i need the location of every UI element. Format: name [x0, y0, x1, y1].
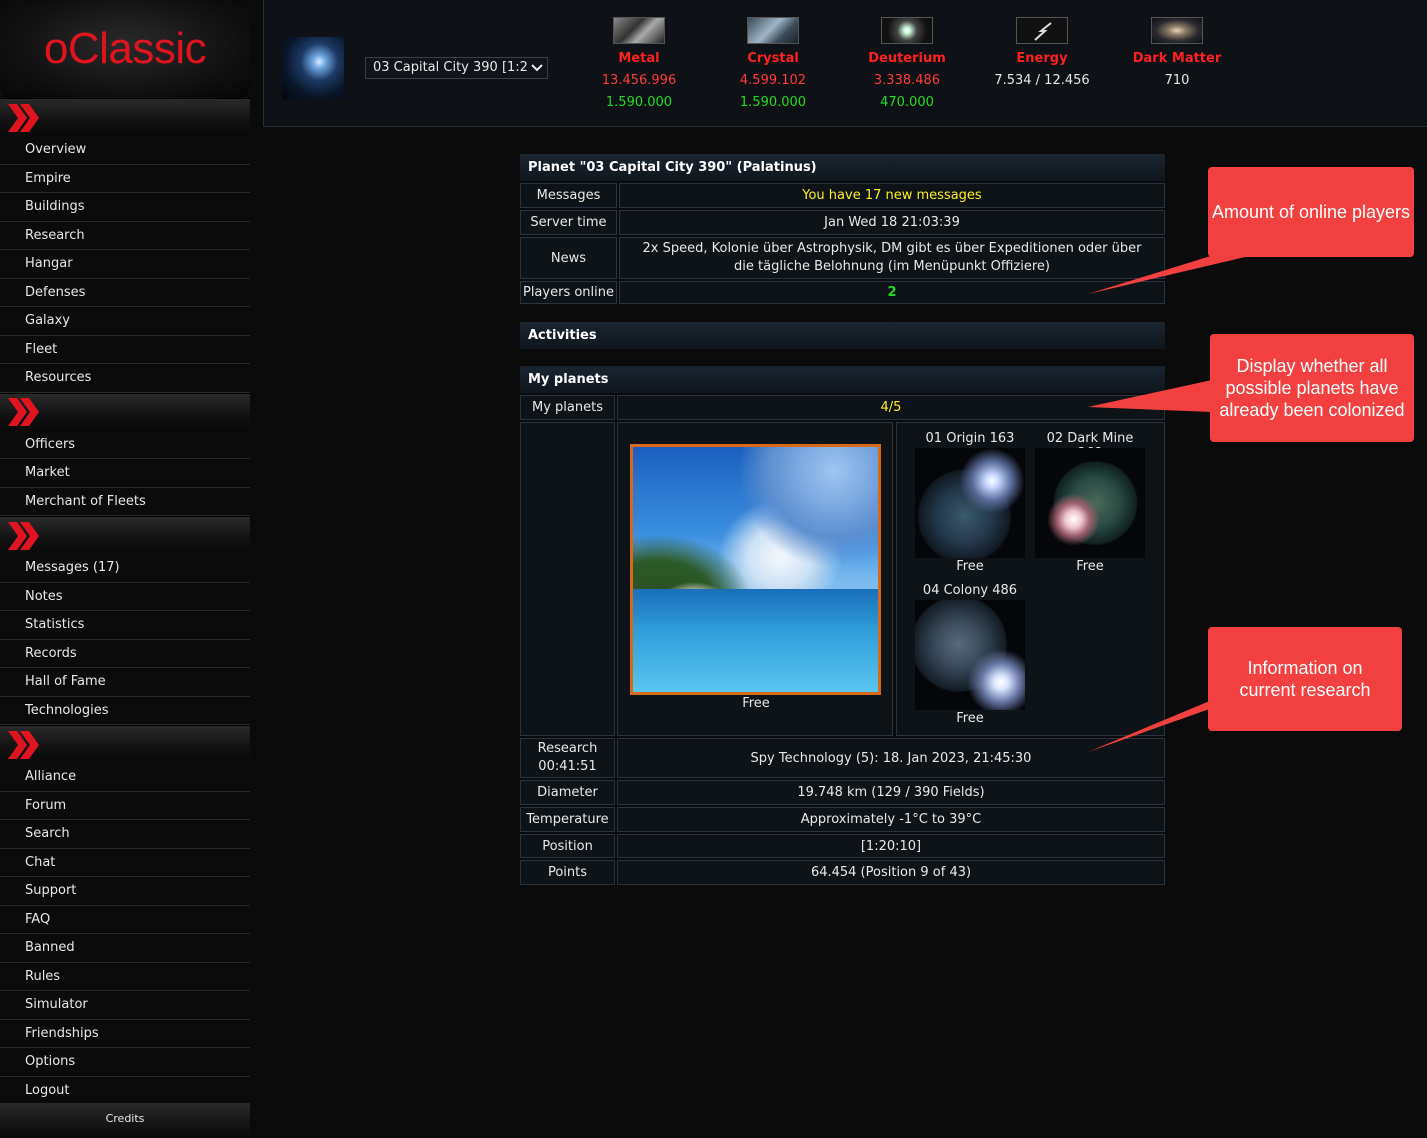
callout-online-players: Amount of online players	[1208, 167, 1414, 257]
callout-colonized: Display whether all possible planets hav…	[1210, 334, 1414, 442]
callout-research: Information on current research	[1208, 627, 1402, 731]
callout-pointer-colonized	[1088, 380, 1212, 412]
